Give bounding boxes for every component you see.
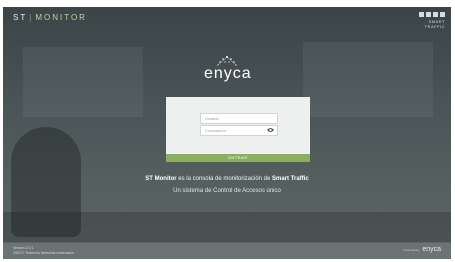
enyca-logo-text: enyca	[204, 65, 252, 82]
powered-by-label: Powered by	[403, 248, 420, 252]
login-form: Usuario Contraseña	[166, 97, 310, 154]
tagline-description: es la consola de monitorización de	[176, 176, 273, 182]
background-desk	[3, 212, 451, 242]
tagline-secondary: Un sistema de Control de Accesos único	[173, 188, 281, 194]
background-monitor-right	[303, 42, 433, 117]
show-password-eye-icon[interactable]	[267, 127, 274, 133]
tagline-smart-traffic: Smart Traffic	[272, 176, 309, 182]
tagline-st-monitor: ST Monitor	[145, 176, 177, 182]
copyright-label: 2023 © Todos los derechos reservados	[13, 251, 74, 255]
footer-bar: Versión 2.0.1 2023 © Todos los derechos …	[3, 243, 451, 259]
username-field[interactable]: Usuario	[200, 113, 278, 124]
background-monitor-left	[23, 47, 143, 117]
top-bar: ST | MONITOR SMART TRAFFIC	[3, 7, 451, 29]
brand-separator: |	[29, 13, 34, 22]
smart-traffic-logo-icon	[411, 12, 445, 17]
powered-by-logo: Powered by enyca	[403, 246, 441, 253]
smart-traffic-logo: SMART TRAFFIC	[411, 12, 445, 29]
username-placeholder: Usuario	[205, 116, 219, 121]
brand-monitor: MONITOR	[35, 13, 87, 22]
login-submit-button[interactable]: ENTRAR	[166, 154, 310, 162]
powered-by-enyca: enyca	[422, 246, 441, 253]
tagline-primary: ST Monitor es la consola de monitorizaci…	[3, 176, 451, 182]
enyca-logo: enyca	[204, 55, 252, 85]
password-placeholder: Contraseña	[205, 128, 226, 133]
smart-traffic-logo-text: SMART TRAFFIC	[424, 19, 445, 29]
footer-info: Versión 2.0.1 2023 © Todos los derechos …	[13, 246, 74, 256]
login-screen: ST|MONITOR SMART TRAFFIC enyca Usuario	[3, 7, 451, 259]
brand-st: ST	[13, 13, 28, 22]
password-field[interactable]: Contraseña	[200, 125, 278, 136]
app-brand: ST | MONITOR	[13, 13, 87, 22]
